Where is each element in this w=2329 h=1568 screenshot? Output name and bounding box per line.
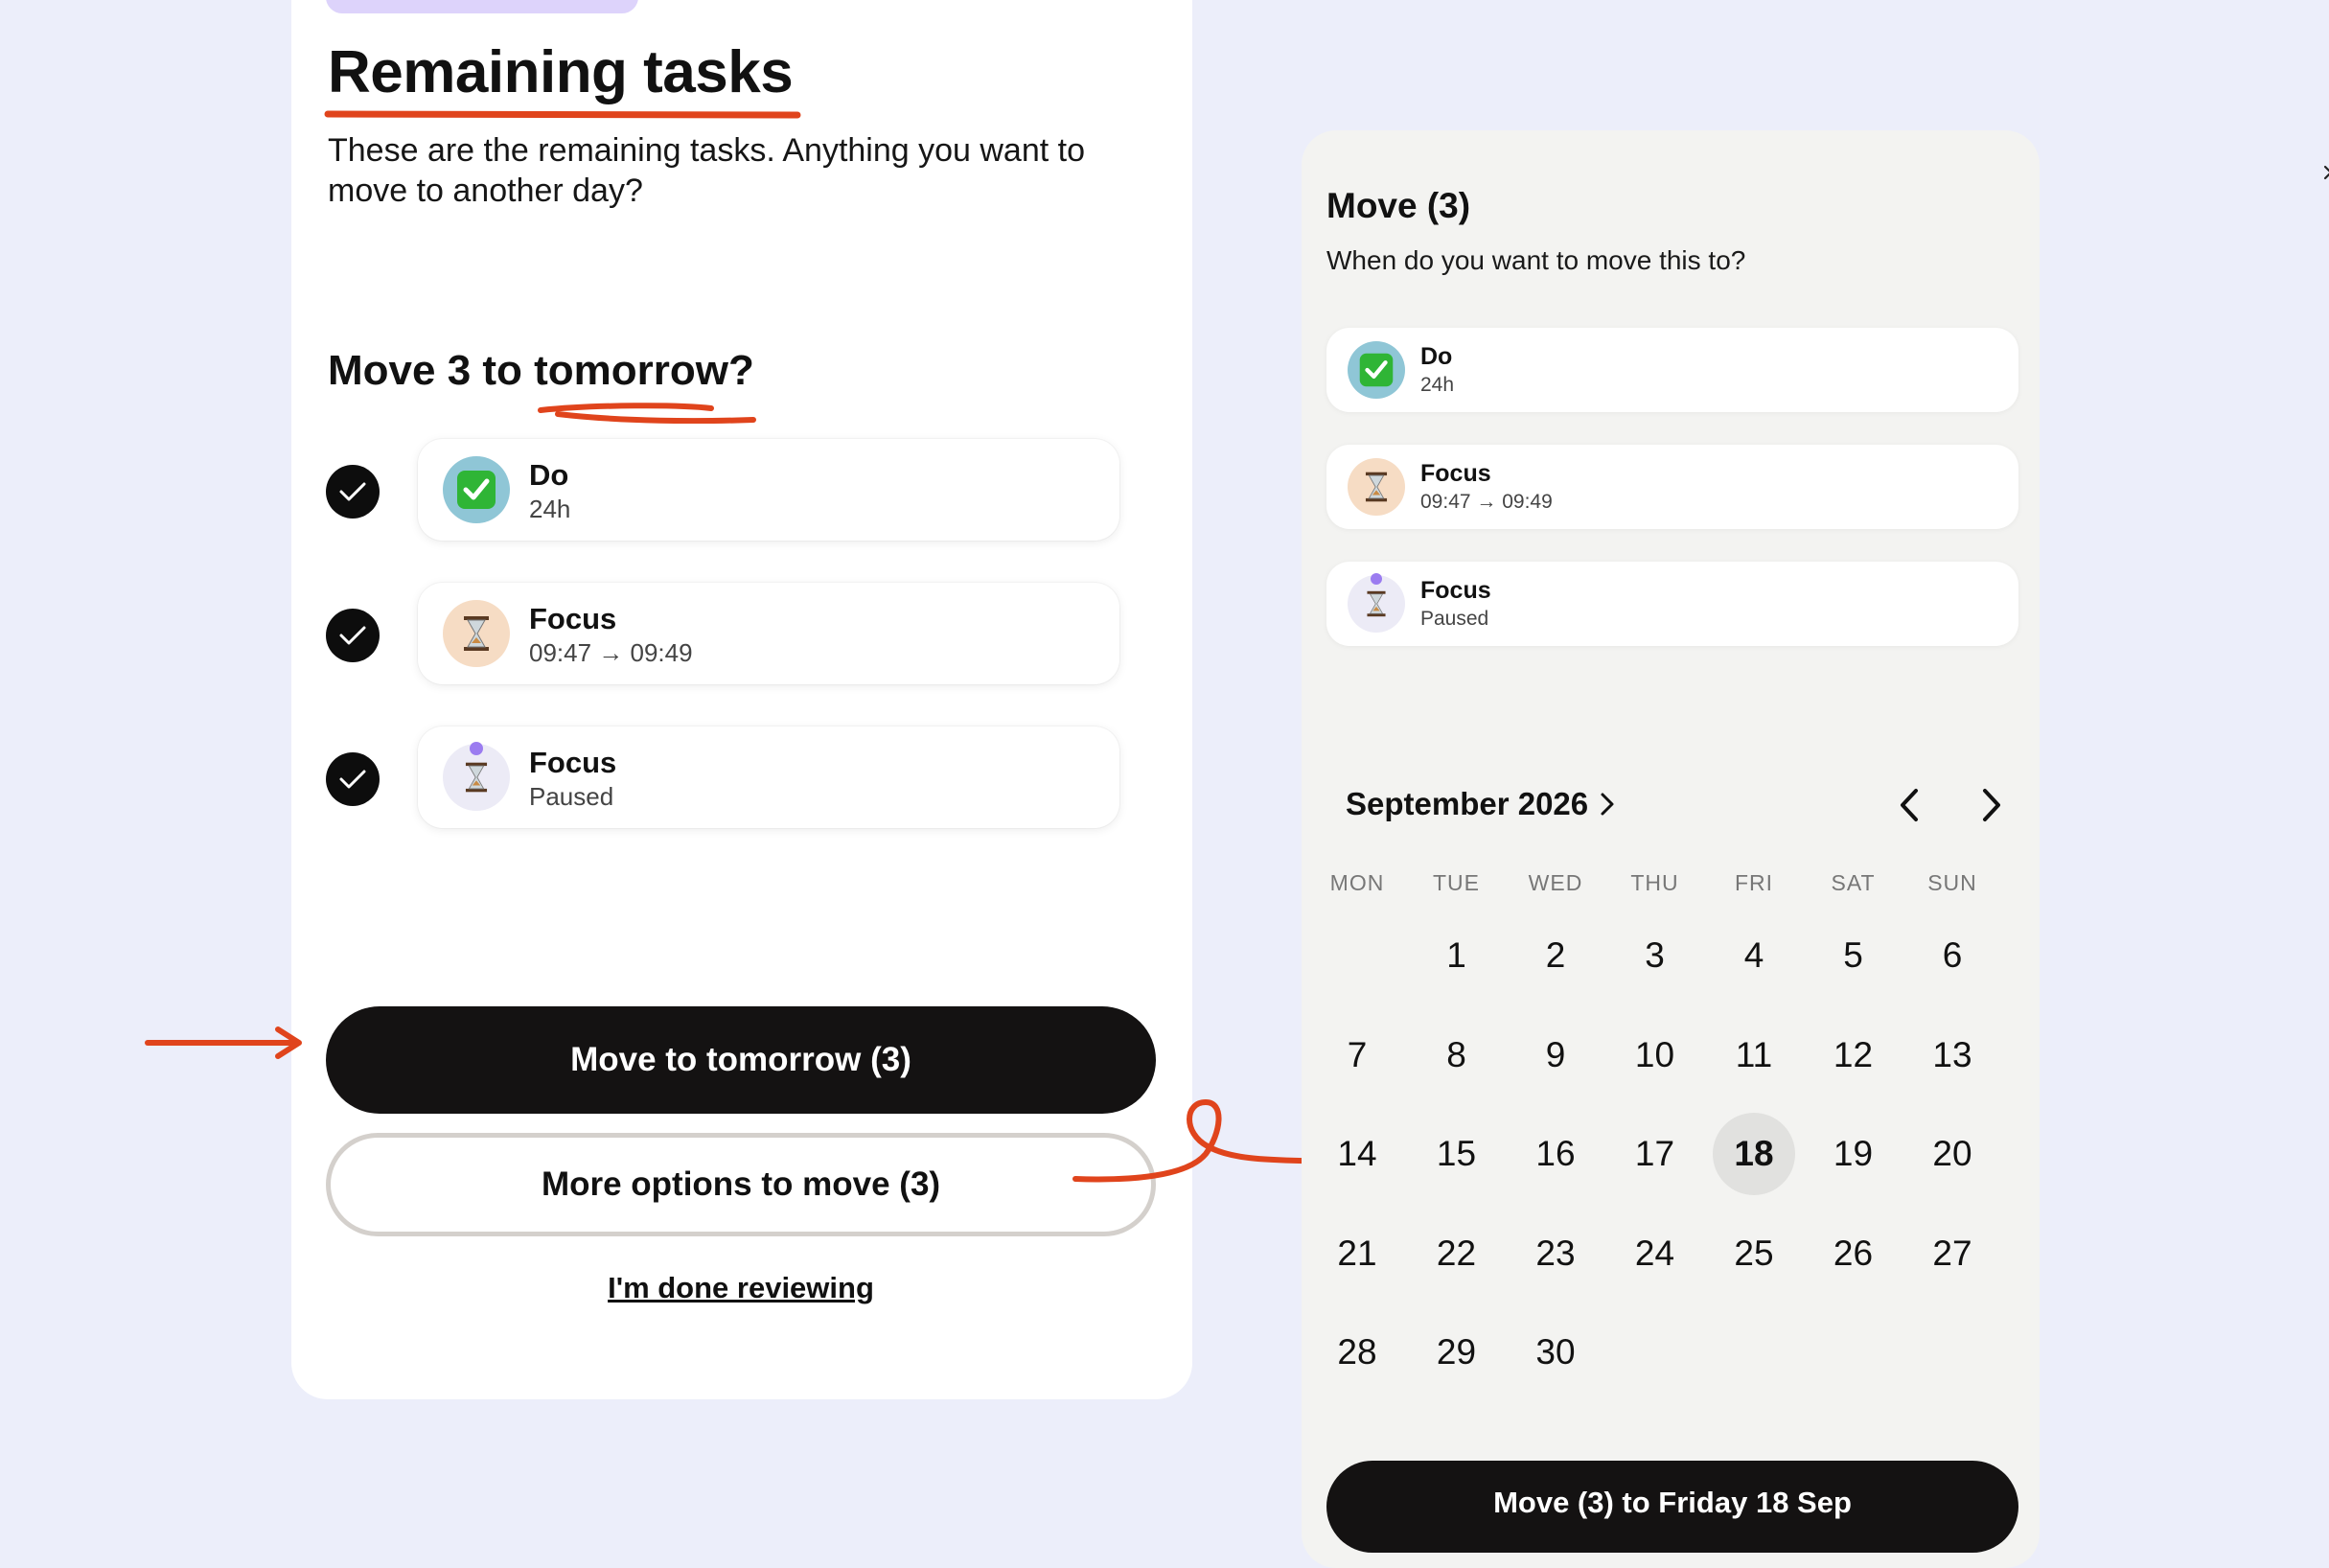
- calendar-day[interactable]: 9: [1514, 1014, 1597, 1096]
- check-box-icon: [1348, 341, 1405, 399]
- sheet-title: Move (3): [1326, 186, 1471, 225]
- weekday-label: FRI: [1734, 870, 1774, 895]
- more-options-button[interactable]: More options to move (3): [326, 1133, 1156, 1236]
- task-name: Focus: [529, 746, 617, 779]
- chevron-right-small-icon: [1601, 793, 1614, 816]
- move-sheet: Move (3) When do you want to move this t…: [1302, 130, 2329, 1568]
- move-question: Move 3 to tomorrow?: [328, 347, 754, 394]
- calendar-day[interactable]: 23: [1514, 1212, 1597, 1295]
- calendar-day[interactable]: 22: [1416, 1212, 1498, 1295]
- curly-arrow-annotation-icon: [1072, 1098, 1333, 1184]
- calendar-day[interactable]: 28: [1316, 1311, 1398, 1394]
- task-detail: 09:47 → 09:49: [1420, 491, 1553, 513]
- task-row[interactable]: Focus 09:47 → 09:49: [326, 583, 1121, 688]
- step-pill: [326, 0, 638, 13]
- task-name: Focus: [1420, 460, 1491, 487]
- task-detail: 09:47 → 09:49: [529, 638, 693, 667]
- calendar-day[interactable]: 24: [1614, 1212, 1696, 1295]
- calendar-day[interactable]: 12: [1812, 1014, 1895, 1096]
- task-row[interactable]: Focus Paused: [326, 726, 1121, 832]
- month-selector[interactable]: September 2026: [1346, 786, 1615, 822]
- page-title: Remaining tasks: [328, 39, 794, 105]
- sheet-question: When do you want to move this to?: [1326, 245, 1746, 275]
- calendar-day[interactable]: 26: [1812, 1212, 1895, 1295]
- calendar-day[interactable]: 1: [1416, 914, 1498, 997]
- calendar-day[interactable]: 29: [1416, 1311, 1498, 1394]
- weekday-label: WED: [1528, 870, 1583, 895]
- weekday-label: SUN: [1927, 870, 1977, 895]
- calendar-day[interactable]: 7: [1316, 1014, 1398, 1096]
- task-row[interactable]: Do 24h: [326, 439, 1121, 544]
- task-name: Focus: [1420, 577, 1491, 604]
- calendar-day[interactable]: 10: [1614, 1014, 1696, 1096]
- calendar-day[interactable]: 13: [1911, 1014, 1994, 1096]
- hourglass-icon: [1348, 458, 1405, 516]
- task-name: Do: [529, 458, 569, 492]
- calendar-day[interactable]: 30: [1514, 1311, 1597, 1394]
- check-box-icon: [443, 456, 510, 523]
- calendar-day[interactable]: 8: [1416, 1014, 1498, 1096]
- task-detail: Paused: [529, 782, 614, 811]
- calendar-day[interactable]: 25: [1713, 1212, 1795, 1295]
- task-detail: 24h: [1420, 374, 1455, 396]
- calendar-day[interactable]: 15: [1416, 1113, 1498, 1195]
- calendar-day[interactable]: 2: [1514, 914, 1597, 997]
- task-card: Focus 09:47 → 09:49: [1326, 445, 2018, 529]
- calendar-day[interactable]: 27: [1911, 1212, 1994, 1295]
- done-reviewing-link[interactable]: I'm done reviewing: [326, 1271, 1156, 1305]
- calendar-day[interactable]: 14: [1316, 1113, 1398, 1195]
- task-card: Focus Paused: [1326, 562, 2018, 646]
- next-month-icon[interactable]: [1971, 784, 2013, 826]
- selected-check-icon[interactable]: [326, 609, 380, 662]
- intro-text: These are the remaining tasks. Anything …: [328, 132, 1086, 209]
- calendar-day-selected[interactable]: 18: [1713, 1113, 1795, 1195]
- task-name: Do: [1420, 343, 1453, 370]
- weekday-label: MON: [1329, 870, 1385, 895]
- hourglass-icon: [443, 600, 510, 667]
- weekday-label: TUE: [1433, 870, 1480, 895]
- task-detail: Paused: [1420, 608, 1489, 630]
- selected-check-icon[interactable]: [326, 752, 380, 806]
- task-card[interactable]: Do 24h: [418, 439, 1119, 541]
- calendar-day[interactable]: 19: [1812, 1113, 1895, 1195]
- confirm-move-button[interactable]: Move (3) to Friday 18 Sep: [1326, 1461, 2018, 1553]
- task-card[interactable]: Focus 09:47 → 09:49: [418, 583, 1119, 684]
- calendar-day[interactable]: 5: [1812, 914, 1895, 997]
- weekday-label: THU: [1630, 870, 1679, 895]
- title-underline-annotation: [324, 110, 801, 119]
- month-label: September 2026: [1346, 786, 1589, 821]
- paused-dot-icon: [470, 742, 483, 755]
- calendar-day[interactable]: 3: [1614, 914, 1696, 997]
- close-icon[interactable]: [2314, 155, 2329, 190]
- calendar-day[interactable]: 17: [1614, 1113, 1696, 1195]
- task-card[interactable]: Focus Paused: [418, 726, 1119, 828]
- subtitle-underline-annotation: [538, 403, 756, 424]
- calendar-day[interactable]: 4: [1713, 914, 1795, 997]
- task-name: Focus: [529, 602, 617, 635]
- calendar-day[interactable]: 20: [1911, 1113, 1994, 1195]
- weekday-label: SAT: [1831, 870, 1876, 895]
- calendar-day[interactable]: 21: [1316, 1212, 1398, 1295]
- arrow-annotation-icon: [145, 1026, 302, 1059]
- task-detail: 24h: [529, 495, 571, 523]
- previous-month-icon[interactable]: [1888, 784, 1930, 826]
- move-to-tomorrow-button[interactable]: Move to tomorrow (3): [326, 1006, 1156, 1114]
- calendar-day[interactable]: 11: [1713, 1014, 1795, 1096]
- calendar-day[interactable]: 6: [1911, 914, 1994, 997]
- task-card: Do 24h: [1326, 328, 2018, 412]
- paused-dot-icon: [1371, 573, 1382, 585]
- calendar-day[interactable]: 16: [1514, 1113, 1597, 1195]
- selected-check-icon[interactable]: [326, 465, 380, 519]
